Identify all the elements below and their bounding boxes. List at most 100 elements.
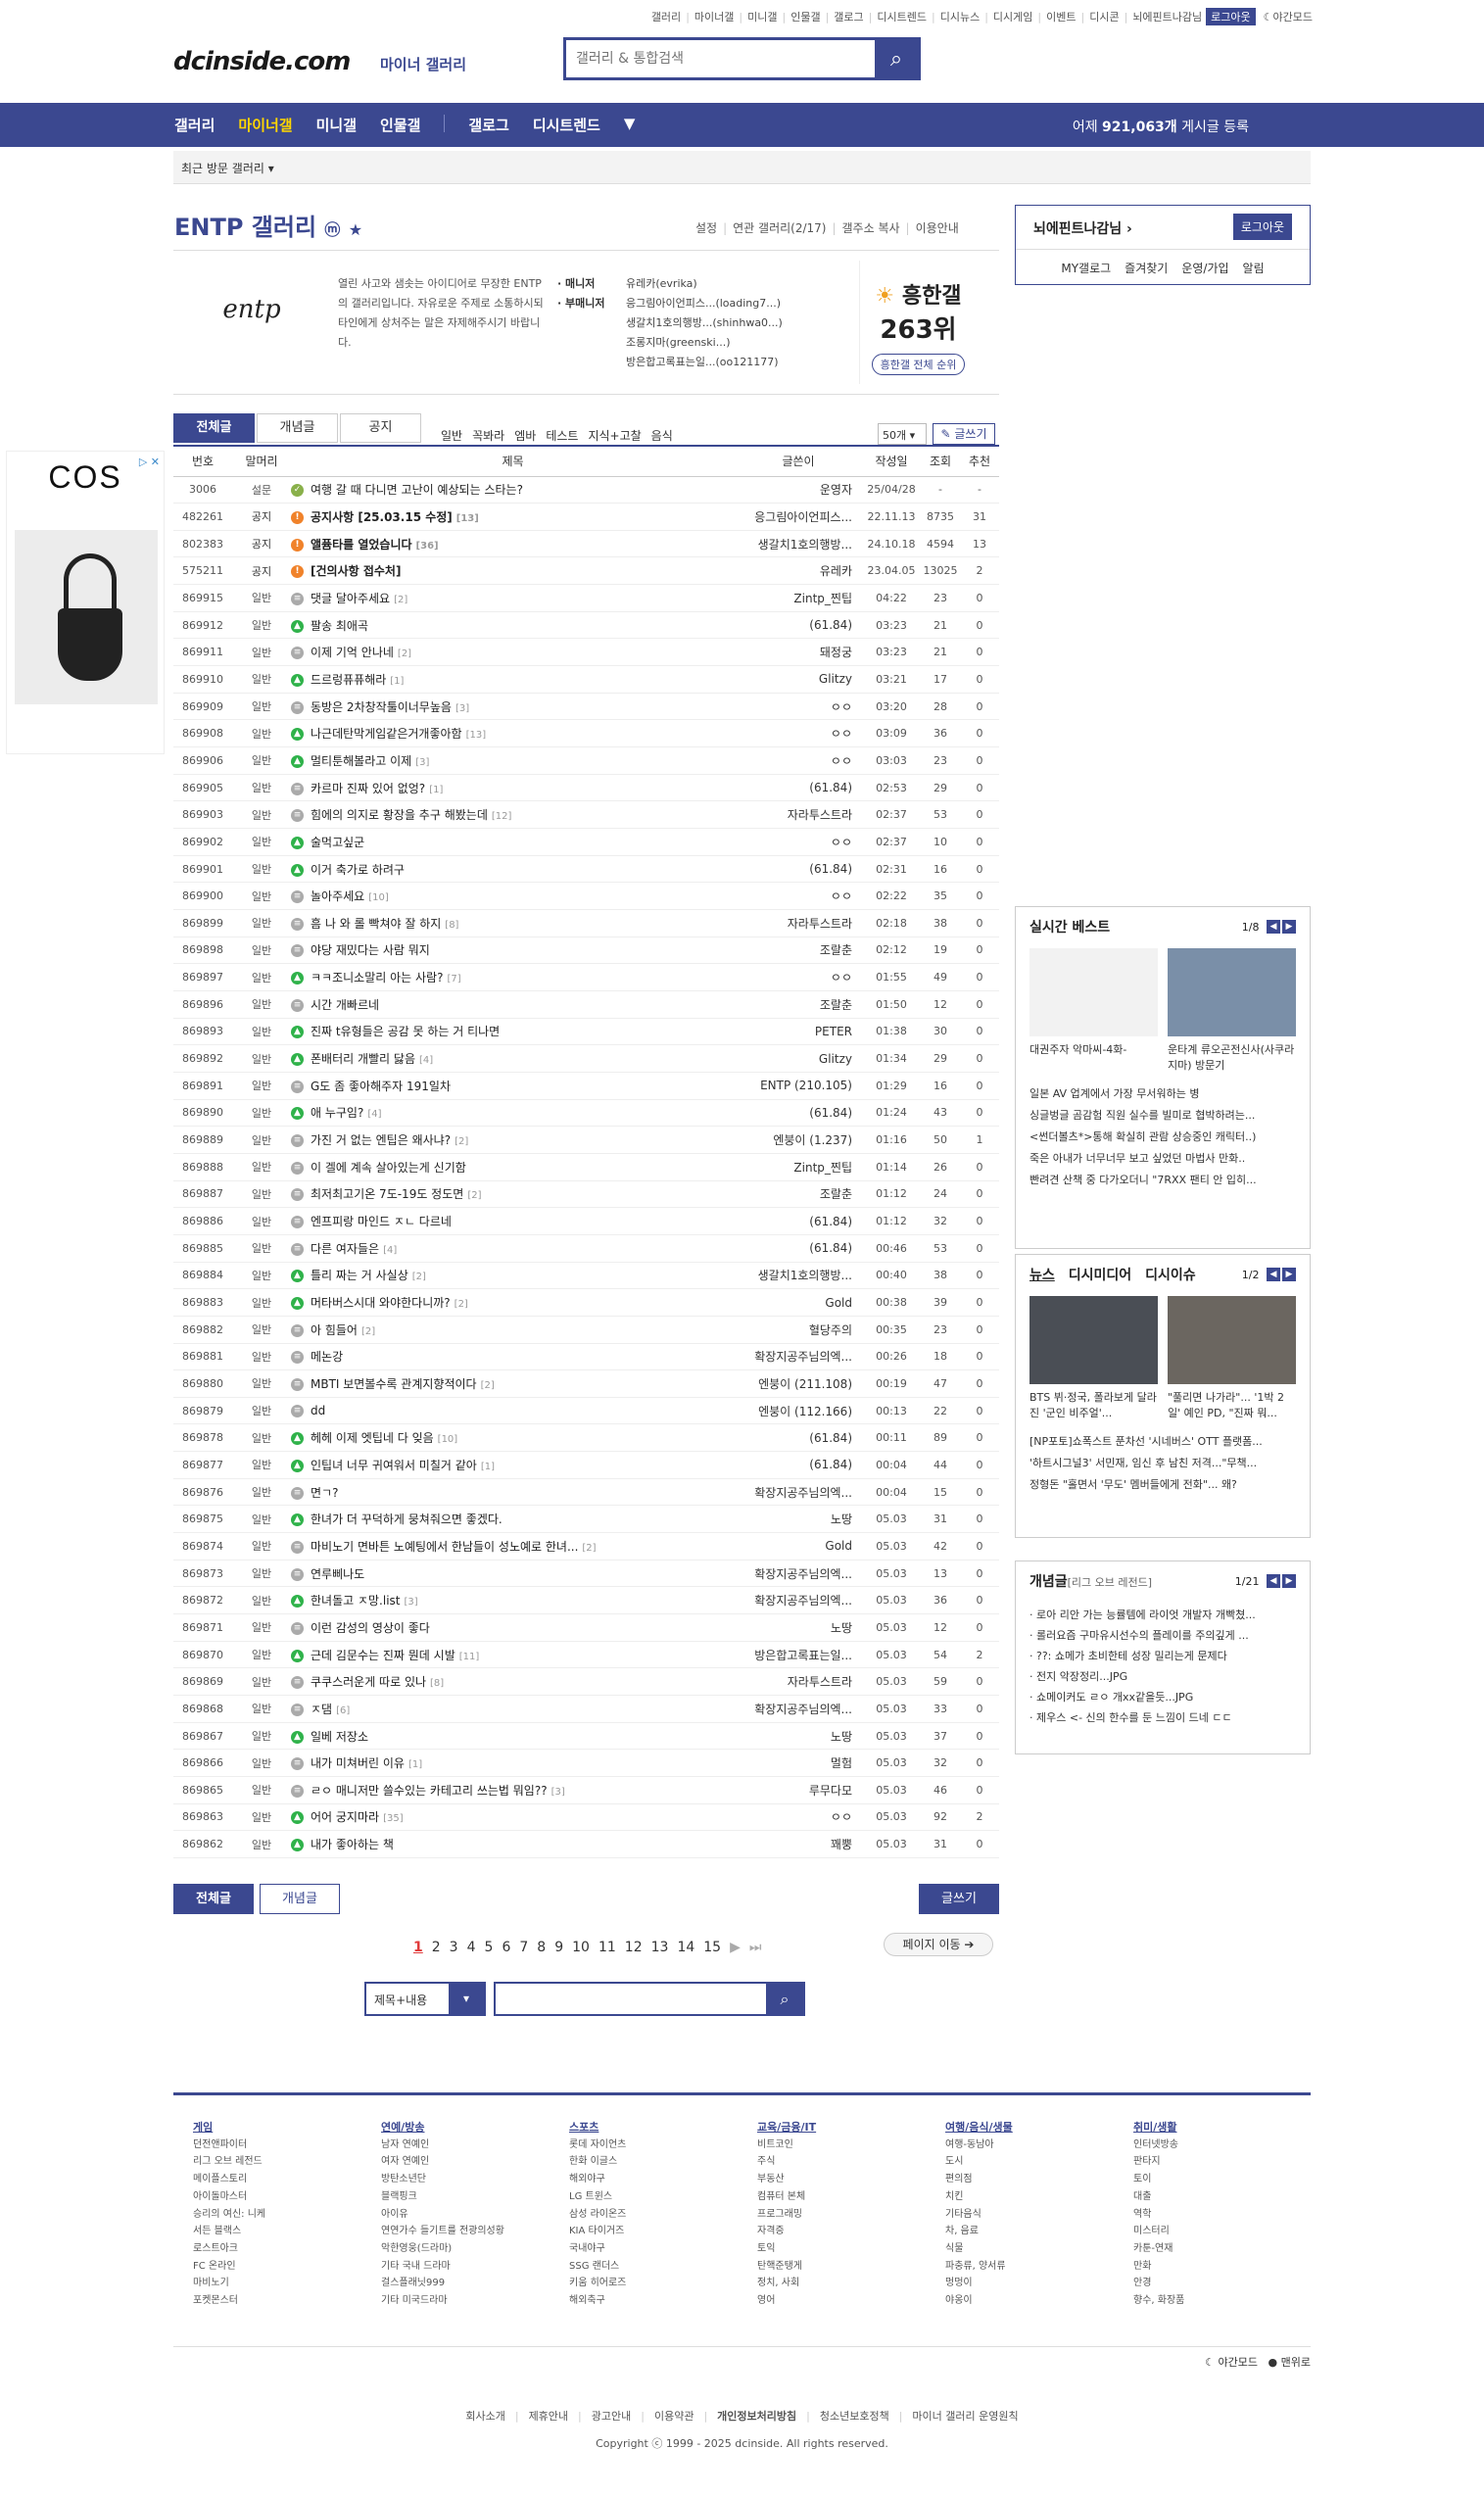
post-title-cell[interactable]: ▲ 애 누구임? [4] bbox=[291, 1099, 735, 1128]
site-logo[interactable]: dcinside.com bbox=[173, 47, 351, 76]
post-writer[interactable]: 멀험 bbox=[735, 1749, 862, 1777]
reply-count[interactable]: [1] bbox=[408, 1759, 422, 1770]
reply-count[interactable]: [2] bbox=[455, 1136, 468, 1147]
post-writer[interactable]: (61.84) bbox=[735, 855, 862, 884]
post-title-cell[interactable]: ≡ 최저최고기온 7도-19도 정도면 [2] bbox=[291, 1180, 735, 1209]
post-title-cell[interactable]: ▲ 술먹고싶군 bbox=[291, 828, 735, 856]
gallery-title[interactable]: ENTP 갤러리 ⓜ ★ bbox=[174, 208, 362, 242]
post-title-cell[interactable]: ≡ 이 겔에 계속 살아있는게 신기함 bbox=[291, 1153, 735, 1181]
footer-link[interactable]: 서든 블랙스 bbox=[193, 2223, 265, 2240]
post-title-cell[interactable]: ▲ 근데 김문수는 진짜 뭔데 시발 [11] bbox=[291, 1641, 735, 1669]
post-title[interactable]: 한녀가 더 꾸덕하게 뭉쳐줘으면 좋겠다. bbox=[311, 1513, 503, 1526]
page-link[interactable]: 6 bbox=[502, 1940, 510, 1955]
post-writer[interactable]: (61.84) bbox=[735, 611, 862, 640]
footer-link[interactable]: 블랙핑크 bbox=[381, 2188, 504, 2206]
post-title[interactable]: 인팁녀 너무 귀여워서 미칠거 같아 bbox=[311, 1459, 477, 1472]
footer-link[interactable]: 롯데 자이언츠 bbox=[569, 2137, 626, 2154]
post-writer[interactable]: 노땅 bbox=[735, 1505, 862, 1534]
footer-link[interactable]: 리그 오브 레전드 bbox=[193, 2153, 265, 2171]
post-writer[interactable]: ㅇㅇ bbox=[735, 1803, 862, 1832]
line-item[interactable]: [NP포토]쇼폭스트 푼차선 '시네버스' OTT 플랫폼... bbox=[1029, 1431, 1296, 1453]
post-title[interactable]: 앨퓸타를 열었습니다 bbox=[311, 538, 412, 552]
post-title[interactable]: ㅋㅋ조니소말리 아는 사람? bbox=[311, 971, 443, 984]
reply-count[interactable]: [2] bbox=[582, 1543, 596, 1554]
post-writer[interactable]: ENTP (210.105) bbox=[735, 1072, 862, 1100]
post-title-cell[interactable]: ▲ 한녀가 더 꾸덕하게 뭉쳐줘으면 좋겠다. bbox=[291, 1505, 735, 1534]
table-row[interactable]: 3006 설문 ✓ 여행 갈 때 다니면 고난이 예상되는 스타는? 운영자 25/04/… bbox=[173, 476, 999, 504]
post-writer[interactable]: 확장지공주님의엑... bbox=[735, 1586, 862, 1615]
subject-tab[interactable]: 지식+고찰 bbox=[588, 427, 641, 444]
login-link[interactable]: 즐겨찾기 bbox=[1125, 260, 1168, 276]
post-writer[interactable]: 확장지공주님의엑... bbox=[735, 1343, 862, 1371]
post-writer[interactable]: 생갈치1호의행방... bbox=[735, 1262, 862, 1290]
post-title[interactable]: 쿠쿠스러운게 따로 있나 bbox=[311, 1675, 426, 1689]
chevron-down-icon[interactable]: ▾ bbox=[268, 162, 274, 175]
post-title[interactable]: 이 겔에 계속 살아있는게 신기함 bbox=[311, 1161, 466, 1175]
post-title-cell[interactable]: ▲ ㅋㅋ조니소말리 아는 사람? [7] bbox=[291, 963, 735, 991]
footer-link[interactable]: 프로그래밍 bbox=[757, 2206, 816, 2224]
table-row[interactable]: 869890 일반 ▲ 애 누구임? [4] (61.84) 01:24 43 0 bbox=[173, 1099, 999, 1128]
table-row[interactable]: 869915 일반 ≡ 댓글 달아주세요 [2] Zintp_찐팁 04:22 23 0 bbox=[173, 584, 999, 612]
post-title-cell[interactable]: ≡ 쿠쿠스러운게 따로 있나 [8] bbox=[291, 1667, 735, 1697]
reply-count[interactable]: [13] bbox=[466, 730, 487, 741]
table-row[interactable]: 869870 일반 ▲ 근데 김문수는 진짜 뭔데 시발 [11] 방은합고록표는일...… bbox=[173, 1641, 999, 1669]
footer-link[interactable]: 걸스플래닛999 bbox=[381, 2275, 504, 2292]
post-writer[interactable]: 조랄춘 bbox=[735, 1180, 862, 1209]
post-writer[interactable]: 루무다모 bbox=[735, 1776, 862, 1804]
post-title-cell[interactable]: ✓ 여행 갈 때 다니면 고난이 예상되는 스타는? bbox=[291, 476, 735, 504]
post-title-cell[interactable]: ≡ 내가 미쳐버린 이유 [1] bbox=[291, 1749, 735, 1777]
top-link[interactable]: 인물갤 bbox=[790, 9, 820, 24]
gallery-link[interactable]: 연관 갤러리(2/17) bbox=[733, 221, 826, 235]
footer-dark-mode[interactable]: 야간모드 bbox=[1219, 2356, 1258, 2369]
footer-link[interactable]: 탄핵준탱게 bbox=[757, 2258, 816, 2276]
table-row[interactable]: 869875 일반 ▲ 한녀가 더 꾸덕하게 뭉쳐줘으면 좋겠다. 노땅 05.03 31 0 bbox=[173, 1505, 999, 1534]
manager-name[interactable]: 조롱지마(greenski...) bbox=[626, 333, 783, 353]
footer-link[interactable]: 기타 미국드라마 bbox=[381, 2292, 504, 2310]
post-writer[interactable]: (61.84) bbox=[735, 1451, 862, 1479]
table-row[interactable]: 869893 일반 ▲ 진짜 t유형들은 공감 못 하는 거 티나면 PETER 01:3… bbox=[173, 1018, 999, 1046]
line-item[interactable]: <썬더볼츠*>통해 확실히 관람 상승중인 캐릭터..) bbox=[1029, 1127, 1296, 1148]
subject-tab[interactable]: 테스트 bbox=[546, 427, 578, 444]
nav-item[interactable]: 마이너갤 bbox=[238, 115, 292, 135]
post-writer[interactable]: Glitzy bbox=[735, 665, 862, 694]
footer-bottom-link[interactable]: 회사소개 bbox=[465, 2410, 504, 2423]
prev-icon[interactable]: ◀ bbox=[1267, 1574, 1280, 1588]
footer-link[interactable]: 미스터리 bbox=[1133, 2223, 1184, 2240]
post-title[interactable]: 시간 개빠르네 bbox=[311, 998, 379, 1012]
footer-link[interactable]: 컴퓨터 본체 bbox=[757, 2188, 816, 2206]
footer-link[interactable]: 기타음식 bbox=[945, 2206, 1013, 2224]
page-link[interactable]: 13 bbox=[651, 1940, 669, 1955]
reply-count[interactable]: [4] bbox=[367, 1109, 381, 1120]
table-row[interactable]: 869862 일반 ▲ 내가 좋아하는 책 꽤뿡 05.03 31 0 bbox=[173, 1830, 999, 1858]
post-title[interactable]: 가진 거 없는 엔팁은 왜사냐? bbox=[311, 1133, 451, 1147]
table-row[interactable]: 869909 일반 ≡ 동방은 2차창작툴이너무높음 [3] ㅇㅇ 03:20 28 0 bbox=[173, 693, 999, 721]
table-row[interactable]: 869891 일반 ≡ G도 좀 좋아해주자 191일차 ENTP (210.105) 0… bbox=[173, 1072, 999, 1100]
footer-link[interactable]: 방탄소년단 bbox=[381, 2171, 504, 2188]
post-title[interactable]: 한녀돌고 ㅈ망.list bbox=[311, 1594, 401, 1608]
post-title[interactable]: 내가 미쳐버린 이유 bbox=[311, 1756, 405, 1770]
table-row[interactable]: 869878 일반 ▲ 헤헤 이제 엣팁네 다 잊음 [10] (61.84) 00:11 8… bbox=[173, 1423, 999, 1453]
post-title-cell[interactable]: ≡ 이제 기억 안나네 [2] bbox=[291, 638, 735, 667]
post-writer[interactable]: 확장지공주님의엑... bbox=[735, 1478, 862, 1507]
reply-count[interactable]: [4] bbox=[383, 1245, 397, 1256]
reply-count[interactable]: [11] bbox=[459, 1652, 480, 1662]
post-title[interactable]: MBTI 보면볼수록 관계지향적이다 bbox=[311, 1377, 477, 1391]
page-link[interactable]: 8 bbox=[537, 1940, 546, 1955]
dark-mode-toggle[interactable]: 야간모드 bbox=[1273, 9, 1313, 24]
post-title-cell[interactable]: ≡ MBTI 보면볼수록 관계지향적이다 [2] bbox=[291, 1369, 735, 1398]
footer-link[interactable]: 만화 bbox=[1133, 2258, 1184, 2276]
page-link[interactable]: 9 bbox=[554, 1940, 563, 1955]
gallery-link[interactable]: 이용안내 bbox=[916, 221, 959, 235]
thumb-item[interactable]: 대권주자 악마씨-4화- bbox=[1029, 948, 1158, 1074]
post-title-cell[interactable]: ▲ 진짜 t유형들은 공감 못 하는 거 티나면 bbox=[291, 1018, 735, 1046]
page-link[interactable]: 1 bbox=[413, 1940, 423, 1955]
table-row[interactable]: 869883 일반 ▲ 머타버스시대 와야한다니까? [2] Gold 00:38 39 0 bbox=[173, 1288, 999, 1317]
reply-count[interactable]: [8] bbox=[430, 1678, 444, 1689]
footer-bottom-link[interactable]: 이용약관 bbox=[654, 2410, 694, 2423]
top-link[interactable]: 이벤트 bbox=[1046, 9, 1076, 24]
post-title-cell[interactable]: ▲ 머타버스시대 와야한다니까? [2] bbox=[291, 1288, 735, 1317]
table-row[interactable]: 482261 공지! 공지사항 [25.03.15 수정] [13] 응그림아이언피스.… bbox=[173, 503, 999, 531]
post-title[interactable]: 근데 김문수는 진짜 뭔데 시발 bbox=[311, 1649, 455, 1662]
page-link[interactable]: 4 bbox=[467, 1940, 476, 1955]
table-row[interactable]: 869869 일반 ≡ 쿠쿠스러운게 따로 있나 [8] 자라투스트라 05.03 59 0 bbox=[173, 1667, 999, 1697]
